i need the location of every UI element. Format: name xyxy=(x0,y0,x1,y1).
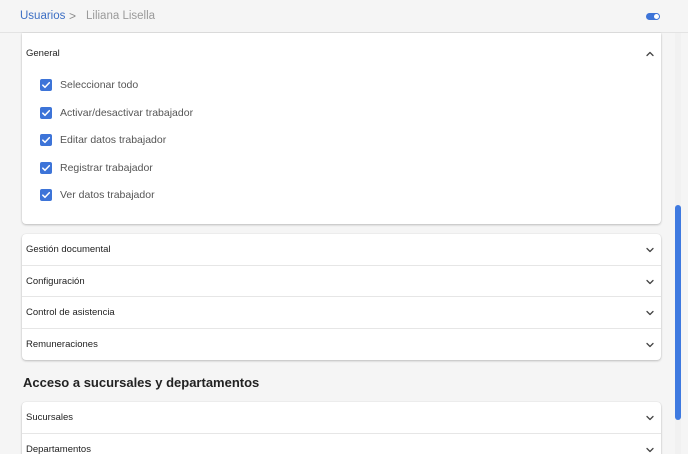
accordion-label: Sucursales xyxy=(26,412,73,423)
access-accordion: Sucursales Departamentos xyxy=(22,402,661,454)
chevron-down-icon[interactable] xyxy=(645,308,655,318)
accordion-configuracion[interactable]: Configuración xyxy=(22,266,661,297)
chevron-down-icon[interactable] xyxy=(645,445,655,454)
status-toggle[interactable] xyxy=(646,13,660,20)
check-icon xyxy=(42,109,51,117)
header-bar: Usuarios > Liliana Lisella xyxy=(0,0,688,33)
checkbox-checked[interactable] xyxy=(40,162,52,174)
accordion-label: Configuración xyxy=(26,275,85,287)
accordion-gestion-documental[interactable]: Gestión documental xyxy=(22,234,661,266)
scrollbar-thumb[interactable] xyxy=(675,205,681,420)
accordion-label: Departamentos xyxy=(26,443,91,454)
accordion-sucursales[interactable]: Sucursales xyxy=(22,402,661,434)
permission-label: Editar datos trabajador xyxy=(60,134,167,146)
permission-label: Seleccionar todo xyxy=(60,79,139,91)
breadcrumb-usuarios-link[interactable]: Usuarios xyxy=(20,10,65,22)
check-icon xyxy=(42,164,51,172)
permission-label: Ver datos trabajador xyxy=(60,189,155,201)
toggle-knob xyxy=(654,14,659,19)
checkbox-checked[interactable] xyxy=(40,189,52,201)
general-panel: General Seleccionar todo Activar/desacti… xyxy=(22,33,661,224)
modules-accordion: Gestión documental Configuración Control… xyxy=(22,234,661,360)
check-icon xyxy=(42,81,51,89)
chevron-down-icon[interactable] xyxy=(645,340,655,350)
check-icon xyxy=(42,191,51,199)
general-panel-header[interactable]: General xyxy=(22,33,661,75)
checkbox-checked[interactable] xyxy=(40,79,52,91)
chevron-up-icon[interactable] xyxy=(645,49,655,59)
breadcrumb-current: Liliana Lisella xyxy=(86,10,156,22)
accordion-label: Remuneraciones xyxy=(26,338,98,350)
general-panel-title: General xyxy=(26,48,60,59)
accordion-label: Control de asistencia xyxy=(26,307,115,318)
access-section-title: Acceso a sucursales y departamentos xyxy=(23,375,260,390)
permission-label: Activar/desactivar trabajador xyxy=(60,107,194,119)
chevron-down-icon[interactable] xyxy=(645,413,655,423)
accordion-departamentos[interactable]: Departamentos xyxy=(22,434,661,454)
accordion-label: Gestión documental xyxy=(26,244,111,255)
accordion-control-asistencia[interactable]: Control de asistencia xyxy=(22,297,661,329)
chevron-down-icon[interactable] xyxy=(645,277,655,287)
checkbox-checked[interactable] xyxy=(40,134,52,146)
permission-label: Registrar trabajador xyxy=(60,162,153,174)
check-icon xyxy=(42,136,51,144)
chevron-right-icon: > xyxy=(69,9,77,23)
checkbox-checked[interactable] xyxy=(40,107,52,119)
chevron-down-icon[interactable] xyxy=(645,245,655,255)
accordion-remuneraciones[interactable]: Remuneraciones xyxy=(22,329,661,361)
